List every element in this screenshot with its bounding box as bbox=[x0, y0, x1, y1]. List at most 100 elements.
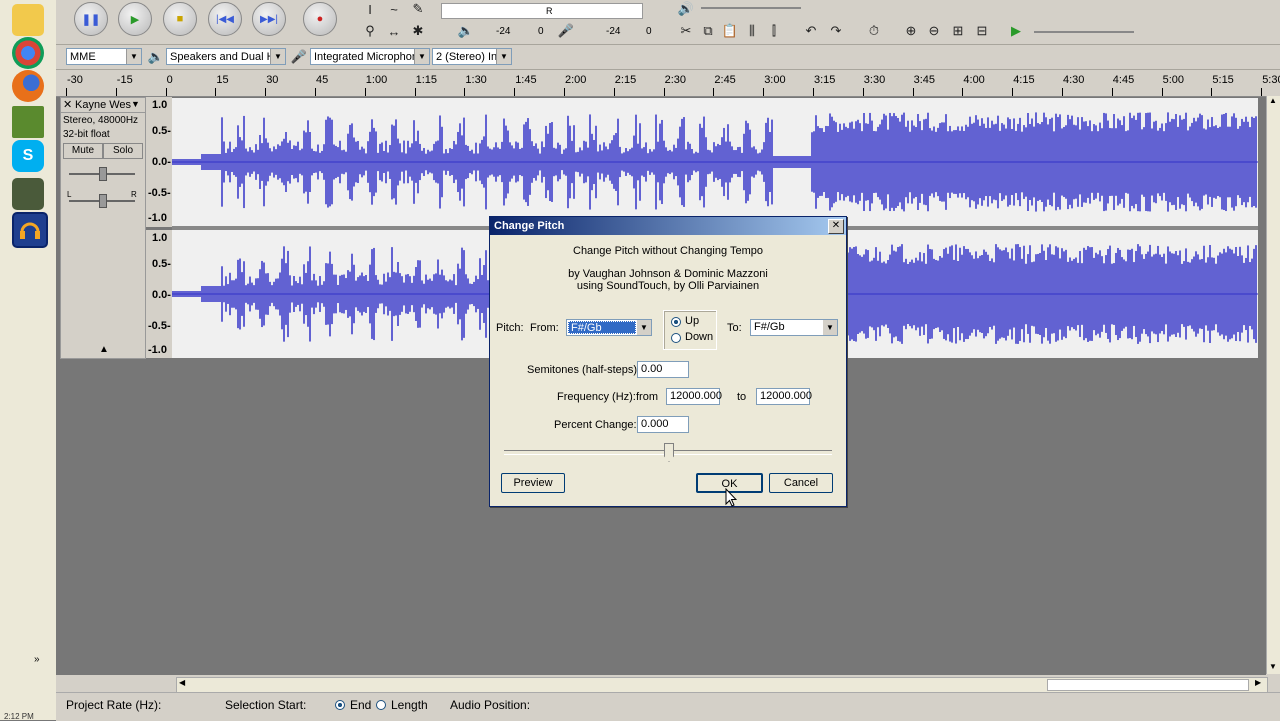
paste-icon[interactable]: 📋 bbox=[720, 22, 740, 40]
dialog-credit-soundtouch: using SoundTouch, by Olli Parviainen bbox=[576, 280, 760, 292]
firefox-icon[interactable] bbox=[12, 70, 44, 102]
ruler-tick-mark bbox=[1012, 88, 1014, 96]
ruler-tick-mark bbox=[1111, 88, 1113, 96]
chevron-down-icon: ▼ bbox=[823, 320, 837, 335]
play-button[interactable]: ▶ bbox=[118, 2, 152, 36]
stop-button[interactable]: ■ bbox=[163, 2, 197, 36]
input-device-select[interactable]: Integrated Microphone ▼ bbox=[310, 48, 430, 65]
minecraft-icon[interactable] bbox=[12, 106, 44, 138]
direction-group: Up Down bbox=[663, 310, 717, 350]
mute-button[interactable]: Mute bbox=[63, 143, 103, 159]
chrome-icon[interactable] bbox=[12, 37, 44, 69]
track-close-icon[interactable]: ✕ bbox=[63, 98, 72, 111]
draw-tool-icon[interactable]: ✎ bbox=[408, 0, 428, 18]
project-rate-label: Project Rate (Hz): bbox=[66, 698, 162, 712]
zoom-in-icon[interactable]: ⊕ bbox=[901, 22, 921, 40]
horizontal-scroll-thumb[interactable] bbox=[1047, 679, 1249, 691]
output-device-select[interactable]: Speakers and Dual Head ▼ bbox=[166, 48, 286, 65]
skip-end-button[interactable]: ▶▶| bbox=[252, 2, 286, 36]
close-icon[interactable]: ✕ bbox=[828, 219, 844, 234]
ruler-tick-label: -15 bbox=[116, 74, 133, 86]
scroll-left-icon[interactable]: ◀ bbox=[179, 678, 185, 687]
cancel-button[interactable]: Cancel bbox=[769, 473, 833, 493]
microphone-icon[interactable]: 🎤 bbox=[556, 22, 576, 40]
percent-change-label: Percent Change: bbox=[554, 419, 637, 431]
game-icon[interactable] bbox=[12, 178, 44, 210]
collapse-track-icon[interactable]: ▲ bbox=[99, 344, 109, 355]
ruler-tick-label: 3:15 bbox=[814, 74, 836, 86]
skip-start-button[interactable]: |◀◀ bbox=[208, 2, 242, 36]
frequency-from-input[interactable]: 12000.000 bbox=[666, 388, 722, 405]
meter-channel-label: R bbox=[546, 6, 553, 16]
meter-label: 0 bbox=[646, 26, 652, 37]
pan-slider-thumb[interactable] bbox=[99, 194, 107, 208]
zoom-tool-icon[interactable]: ⚲ bbox=[360, 22, 380, 40]
to-pitch-select[interactable]: F#/Gb ▼ bbox=[750, 319, 838, 336]
dialog-title-bar[interactable]: Change Pitch bbox=[490, 217, 846, 235]
gain-slider-thumb[interactable] bbox=[99, 167, 107, 181]
percent-change-input[interactable]: 0.000 bbox=[637, 416, 689, 433]
cut-icon[interactable]: ✂ bbox=[676, 22, 696, 40]
fit-selection-icon[interactable]: ⊞ bbox=[948, 22, 968, 40]
speaker-icon[interactable]: 🔈 bbox=[456, 22, 476, 40]
zoom-out-icon[interactable]: ⊖ bbox=[924, 22, 944, 40]
solo-button[interactable]: Solo bbox=[103, 143, 143, 159]
multi-tool-icon[interactable]: ✱ bbox=[408, 22, 428, 40]
ruler-tick-mark bbox=[564, 88, 565, 96]
audio-host-value: MME bbox=[70, 51, 96, 63]
timeshift-tool-icon[interactable]: ↔ bbox=[384, 22, 404, 40]
skype-icon[interactable]: S bbox=[12, 140, 44, 172]
scale-label: -0.5- bbox=[148, 187, 171, 199]
up-radio[interactable] bbox=[671, 317, 681, 327]
playback-volume-slider[interactable] bbox=[701, 7, 801, 9]
trim-icon[interactable]: ⫼ bbox=[742, 22, 762, 40]
meter-label: -24 bbox=[496, 26, 511, 37]
selection-toolbar: Project Rate (Hz): Selection Start: End … bbox=[56, 692, 1280, 721]
silence-icon[interactable]: ⫿ bbox=[764, 22, 784, 40]
meter-label: 0 bbox=[538, 26, 544, 37]
length-radio[interactable] bbox=[376, 700, 386, 710]
vertical-scrollbar[interactable]: ▲ ▼ bbox=[1266, 96, 1280, 674]
fit-project-icon[interactable]: ⊟ bbox=[972, 22, 992, 40]
pan-right-label: R bbox=[131, 190, 137, 199]
envelope-tool-icon[interactable]: ~ bbox=[384, 0, 404, 18]
undo-icon[interactable]: ↶ bbox=[801, 22, 821, 40]
copy-icon[interactable]: ⧉ bbox=[698, 22, 718, 40]
headphones-icon[interactable] bbox=[12, 212, 48, 248]
output-device-value: Speakers and Dual Head bbox=[170, 51, 286, 63]
input-channels-select[interactable]: 2 (Stereo) Inp ▼ bbox=[432, 48, 512, 65]
from-pitch-select[interactable]: F#/Gb ▼ bbox=[566, 319, 652, 336]
redo-icon[interactable]: ↷ bbox=[826, 22, 846, 40]
record-button[interactable]: ● bbox=[303, 2, 337, 36]
play-at-speed-icon[interactable]: ▶ bbox=[1006, 22, 1026, 40]
ruler-tick-mark bbox=[464, 88, 466, 96]
selection-tool-icon[interactable]: I bbox=[360, 0, 380, 18]
scale-label: 1.0 bbox=[152, 99, 168, 111]
audio-host-select[interactable]: MME ▼ bbox=[66, 48, 142, 65]
ruler-tick-label: -30 bbox=[67, 74, 83, 86]
scroll-right-icon[interactable]: ▶ bbox=[1255, 678, 1261, 687]
track-name-menu[interactable]: Kayne Wes bbox=[75, 99, 131, 111]
preview-button[interactable]: Preview bbox=[501, 473, 565, 493]
playback-meter[interactable] bbox=[441, 3, 643, 19]
waveform-left-channel[interactable] bbox=[172, 98, 1258, 226]
semitones-input[interactable]: 0.00 bbox=[637, 361, 689, 378]
pause-button[interactable]: ❚❚ bbox=[74, 2, 108, 36]
volume-icon: 🔊 bbox=[677, 1, 695, 16]
frequency-to-input[interactable]: 12000.000 bbox=[756, 388, 812, 405]
ruler-tick-mark bbox=[1161, 88, 1163, 96]
sync-lock-icon[interactable]: ⏱ bbox=[864, 22, 884, 40]
input-device-value: Integrated Microphone bbox=[314, 51, 425, 63]
end-label: End bbox=[350, 698, 372, 712]
folder-icon[interactable] bbox=[12, 4, 44, 36]
play-speed-slider[interactable] bbox=[1034, 31, 1134, 33]
scroll-down-icon[interactable]: ▼ bbox=[1269, 662, 1277, 671]
end-radio[interactable] bbox=[335, 700, 345, 710]
down-radio[interactable] bbox=[671, 333, 681, 343]
frequency-from-label: from bbox=[636, 391, 658, 403]
taskbar-expand-icon[interactable]: » bbox=[34, 654, 40, 665]
chevron-down-icon[interactable]: ▼ bbox=[131, 99, 140, 109]
scroll-up-icon[interactable]: ▲ bbox=[1269, 96, 1277, 105]
percent-change-slider-thumb[interactable] bbox=[664, 443, 674, 462]
horizontal-scrollbar[interactable]: ◀ ▶ bbox=[176, 677, 1268, 693]
